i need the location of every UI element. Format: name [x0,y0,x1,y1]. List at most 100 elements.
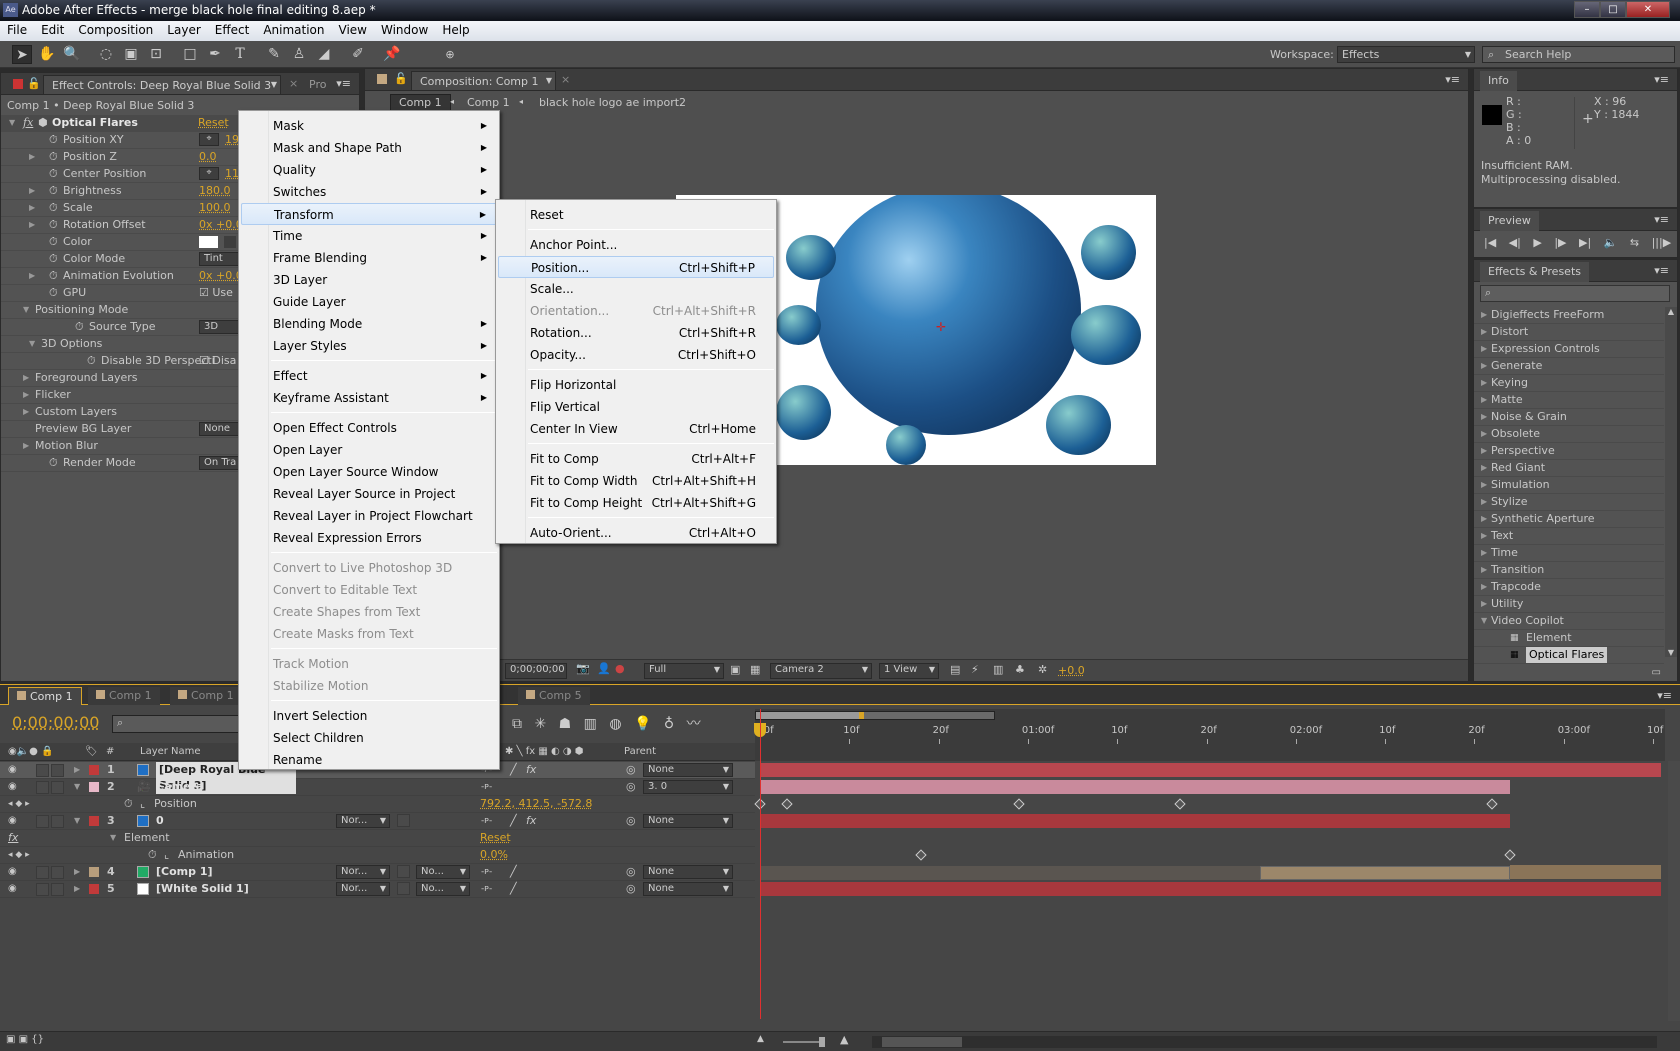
twirl-closed-icon[interactable]: ▶ [1481,409,1487,425]
menu-item-effect[interactable]: Effect ▶ [241,365,497,387]
property-checkbox[interactable]: ☑ Disa [199,353,236,369]
close-tab-icon[interactable]: × [289,77,298,90]
effects-item-trapcode[interactable]: ▶ Trapcode [1474,579,1664,596]
menu-item-flip-vertical[interactable]: Flip Vertical [498,396,774,418]
layer-duration-bar[interactable] [1510,865,1661,879]
eraser-tool-icon[interactable]: ◢ [314,45,334,64]
menu-file[interactable]: File [0,21,34,37]
effects-item-element[interactable]: ▦ Element [1474,630,1664,647]
menu-item-transform[interactable]: Transform ▶ [241,203,497,225]
menu-item-switches[interactable]: Switches ▶ [241,181,497,203]
menu-item-reset[interactable]: Reset [498,204,774,226]
keyframe[interactable] [915,849,927,861]
effects-item-generate[interactable]: ▶ Generate [1474,358,1664,375]
menu-animation[interactable]: Animation [256,21,331,37]
property-row-position[interactable]: ◂ ◆ ▸ ⏱ ⌞ Position 792.2, 412.5, -572.8 [0,796,755,813]
lock-toggle[interactable] [51,764,64,777]
twirl-closed-icon[interactable]: ▶ [1481,528,1487,544]
twirl-closed-icon[interactable]: ▶ [1481,460,1487,476]
keyframe[interactable] [1486,798,1498,810]
effects-item-expression-controls[interactable]: ▶ Expression Controls [1474,341,1664,358]
layer-row-comp-1[interactable]: ◉ ▶ 4 [Comp 1] Nor... ▼ No... ▼ -ᴩ- ╱ ◎ None ▼ [0,864,755,881]
menu-item-mask-and-shape-path[interactable]: Mask and Shape Path ▶ [241,137,497,159]
hand-tool-icon[interactable]: ✋ [37,45,57,64]
twirl-closed-icon[interactable]: ▶ [74,881,80,897]
property-value[interactable]: 792.2, 412.5, -572.8 [480,796,592,812]
menu-item-auto-orient[interactable]: Auto-Orient... Ctrl+Alt+O [498,522,774,544]
effects-item-keying[interactable]: ▶ Keying [1474,375,1664,392]
menu-item-position[interactable]: Position... Ctrl+Shift+P [498,256,774,278]
effects-item-noise-grain[interactable]: ▶ Noise & Grain [1474,409,1664,426]
shy-switch-icon[interactable]: -ᴩ- [481,813,492,829]
layer-duration-bar[interactable] [760,882,1661,896]
flowchart-icon[interactable]: ♣ [1015,663,1025,676]
mode-dropdown[interactable]: Nor... ▼ [336,882,390,896]
label-color[interactable] [89,782,99,792]
fx-icon[interactable]: fx [23,115,33,131]
zoom-slider[interactable] [783,1037,825,1047]
brush-tool-icon[interactable]: ✎ [264,45,284,64]
layer-name[interactable]: 0 [156,813,164,829]
quality-switch-icon[interactable]: ╱ [510,881,517,897]
label-color[interactable] [89,884,99,894]
stopwatch-icon[interactable]: ⏱ [49,183,58,199]
parent-pickwhip-icon[interactable]: ◎ [626,881,636,897]
effects-item-synthetic-aperture[interactable]: ▶ Synthetic Aperture [1474,511,1664,528]
quality-switch-icon[interactable]: ╱ [510,813,517,829]
parent-dropdown[interactable]: None ▼ [643,865,733,879]
stopwatch-icon[interactable]: ⏱ [49,149,58,165]
effects-item-distort[interactable]: ▶ Distort [1474,324,1664,341]
twirl-closed-icon[interactable]: ▶ [29,183,35,199]
current-time-indicator[interactable] [760,709,761,1019]
effects-item-text[interactable]: ▶ Text [1474,528,1664,545]
time-ruler[interactable]: :00f10f20f01:00f10f20f02:00f10f20f03:00f… [754,709,1665,761]
stopwatch-icon[interactable]: ⏱ [49,268,58,284]
clone-stamp-tool-icon[interactable]: ♙ [289,45,309,64]
menu-item-flip-horizontal[interactable]: Flip Horizontal [498,374,774,396]
menu-item-guide-layer[interactable]: Guide Layer [241,291,497,313]
property-row-animation[interactable]: ◂ ◆ ▸ ⏱ ⌞ Animation 0.0% [0,847,755,864]
label-color[interactable] [89,765,99,775]
menu-item-fit-to-comp-width[interactable]: Fit to Comp Width Ctrl+Alt+Shift+H [498,470,774,492]
rotation-tool-icon[interactable]: ◌ [96,45,116,64]
menu-item-rotation[interactable]: Rotation... Ctrl+Shift+R [498,322,774,344]
close-tab-icon[interactable]: × [561,73,570,86]
track-matte-dropdown[interactable]: No... ▼ [416,865,470,879]
quality-switch-icon[interactable]: ╱ [510,864,517,880]
play-icon[interactable]: ▶ [1533,236,1541,249]
property-value[interactable]: Reset [480,830,511,846]
mode-dropdown[interactable]: Nor... ▼ [336,865,390,879]
effects-item-stylize[interactable]: ▶ Stylize [1474,494,1664,511]
new-folder-icon[interactable]: ▭ [1652,667,1661,678]
menu-item-rename[interactable]: Rename [241,749,497,771]
menu-item-reveal-expression-errors[interactable]: Reveal Expression Errors [241,527,497,549]
effects-item-video-copilot[interactable]: ▼ Video Copilot [1474,613,1664,630]
type-tool-icon[interactable]: T [230,45,250,64]
twirl-closed-icon[interactable]: ▶ [1481,307,1487,323]
twirl-closed-icon[interactable]: ▶ [1481,392,1487,408]
property-value[interactable]: 11 [225,166,239,182]
parent-pickwhip-icon[interactable]: ◎ [626,779,636,795]
previous-frame-icon[interactable]: ◀| [1509,236,1521,249]
property-value[interactable]: 19 [225,132,239,148]
loop-icon[interactable]: ⇆ [1630,236,1639,249]
eye-icon[interactable]: ◉ [8,762,17,778]
fx-switch-icon[interactable]: fx [526,813,536,829]
minimize-button[interactable]: – [1574,1,1600,18]
menu-item-scale[interactable]: Scale... [498,278,774,300]
property-value[interactable]: 0.0 [199,149,217,165]
menu-view[interactable]: View [332,21,374,37]
layer-name[interactable]: [White Solid 1] [156,881,249,897]
tab-composition[interactable]: Composition: Comp 1 ▼ [411,71,556,91]
layer-name[interactable]: [Comp 1] [156,864,213,880]
effects-item-utility[interactable]: ▶ Utility [1474,596,1664,613]
effects-search-input[interactable]: ⌕ [1480,285,1670,302]
twirl-closed-icon[interactable]: ▶ [1481,375,1487,391]
tab-comp-1[interactable]: Comp 1 [88,687,160,705]
tab-project[interactable]: Pro [301,75,334,95]
property-value[interactable]: 180.0 [199,183,231,199]
panel-menu-icon[interactable]: ▾≡ [1654,213,1669,226]
eye-icon[interactable]: ◉ [8,881,17,897]
effects-item-transition[interactable]: ▶ Transition [1474,562,1664,579]
stopwatch-icon[interactable]: ⏱ [49,132,58,148]
